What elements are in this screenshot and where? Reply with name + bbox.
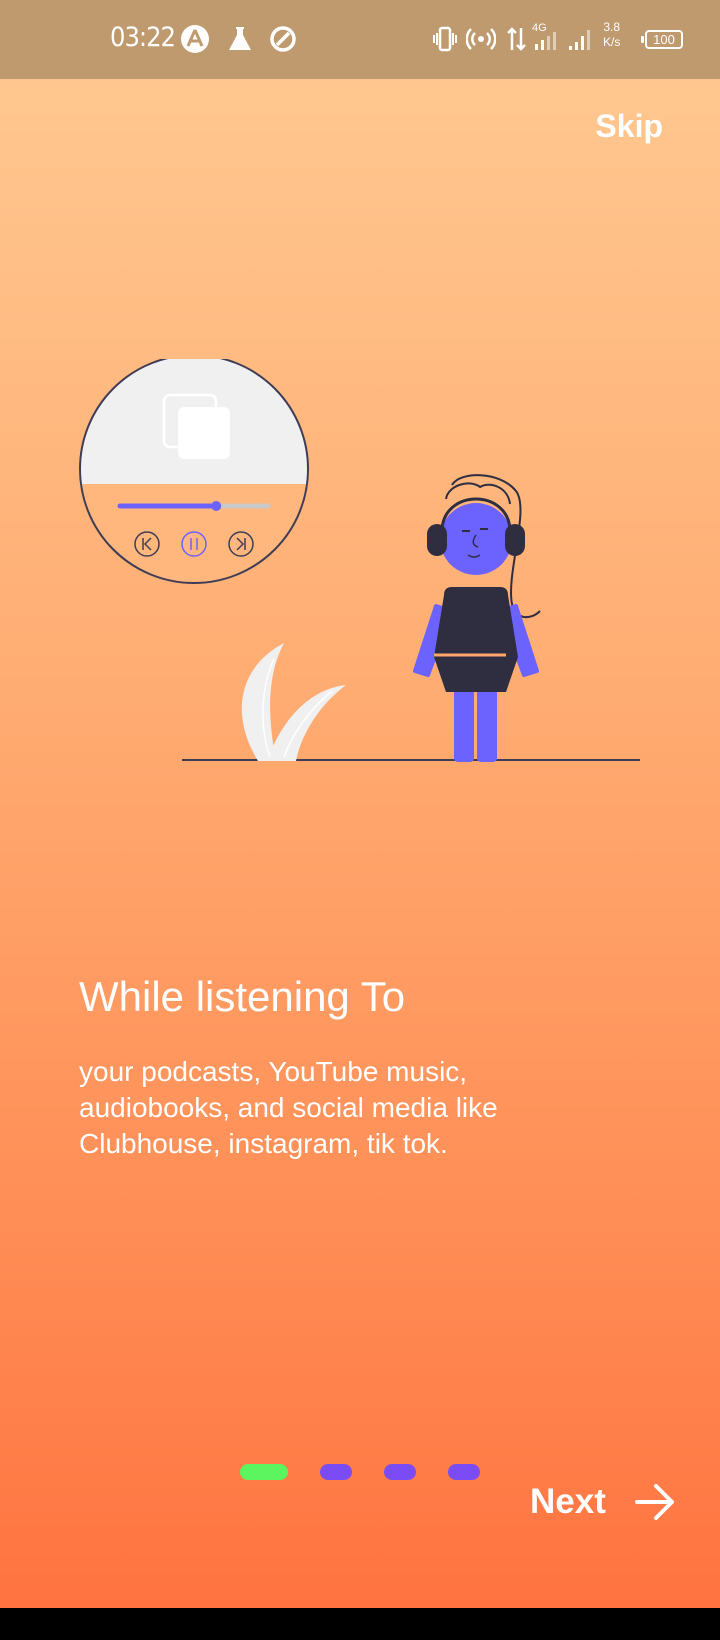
battery-icon: 100 bbox=[641, 30, 683, 49]
onboarding-description: your podcasts, YouTube music, audiobooks… bbox=[79, 1056, 498, 1159]
onboarding-screen: Skip While listening To your podcasts, Y… bbox=[0, 79, 720, 1608]
page-dot-4[interactable] bbox=[448, 1464, 480, 1480]
status-bar: 03:22 4G 3.8 K/s 100 bbox=[0, 0, 720, 79]
page-dot-1[interactable] bbox=[240, 1464, 288, 1480]
speed-value: 3.8 bbox=[603, 20, 621, 34]
speed-unit: K/s bbox=[603, 35, 621, 49]
person-with-headphones bbox=[413, 474, 541, 762]
lab-flask-icon bbox=[229, 27, 251, 50]
network-speed: 3.8 K/s bbox=[603, 20, 620, 50]
vibrate-icon bbox=[433, 26, 457, 52]
sync-icon bbox=[270, 26, 296, 52]
music-player-graphic bbox=[79, 359, 309, 584]
app-store-icon bbox=[181, 25, 209, 53]
status-time: 03:22 bbox=[110, 22, 176, 53]
page-dot-2[interactable] bbox=[320, 1464, 352, 1480]
listening-illustration bbox=[79, 359, 640, 762]
signal-icon bbox=[535, 32, 556, 50]
next-label: Next bbox=[530, 1482, 606, 1521]
data-transfer-icon bbox=[507, 27, 526, 51]
player-progress-knob bbox=[211, 501, 222, 511]
page-dot-3[interactable] bbox=[384, 1464, 416, 1480]
skip-button[interactable]: Skip bbox=[595, 108, 663, 145]
hotspot-icon bbox=[466, 28, 496, 50]
next-button[interactable]: Next bbox=[530, 1481, 676, 1523]
signal-icon-2 bbox=[569, 30, 590, 50]
arrow-right-icon bbox=[634, 1484, 674, 1520]
system-nav-bar bbox=[0, 1608, 720, 1640]
plant-graphic bbox=[241, 643, 346, 761]
onboarding-title: While listening To bbox=[79, 973, 406, 1020]
